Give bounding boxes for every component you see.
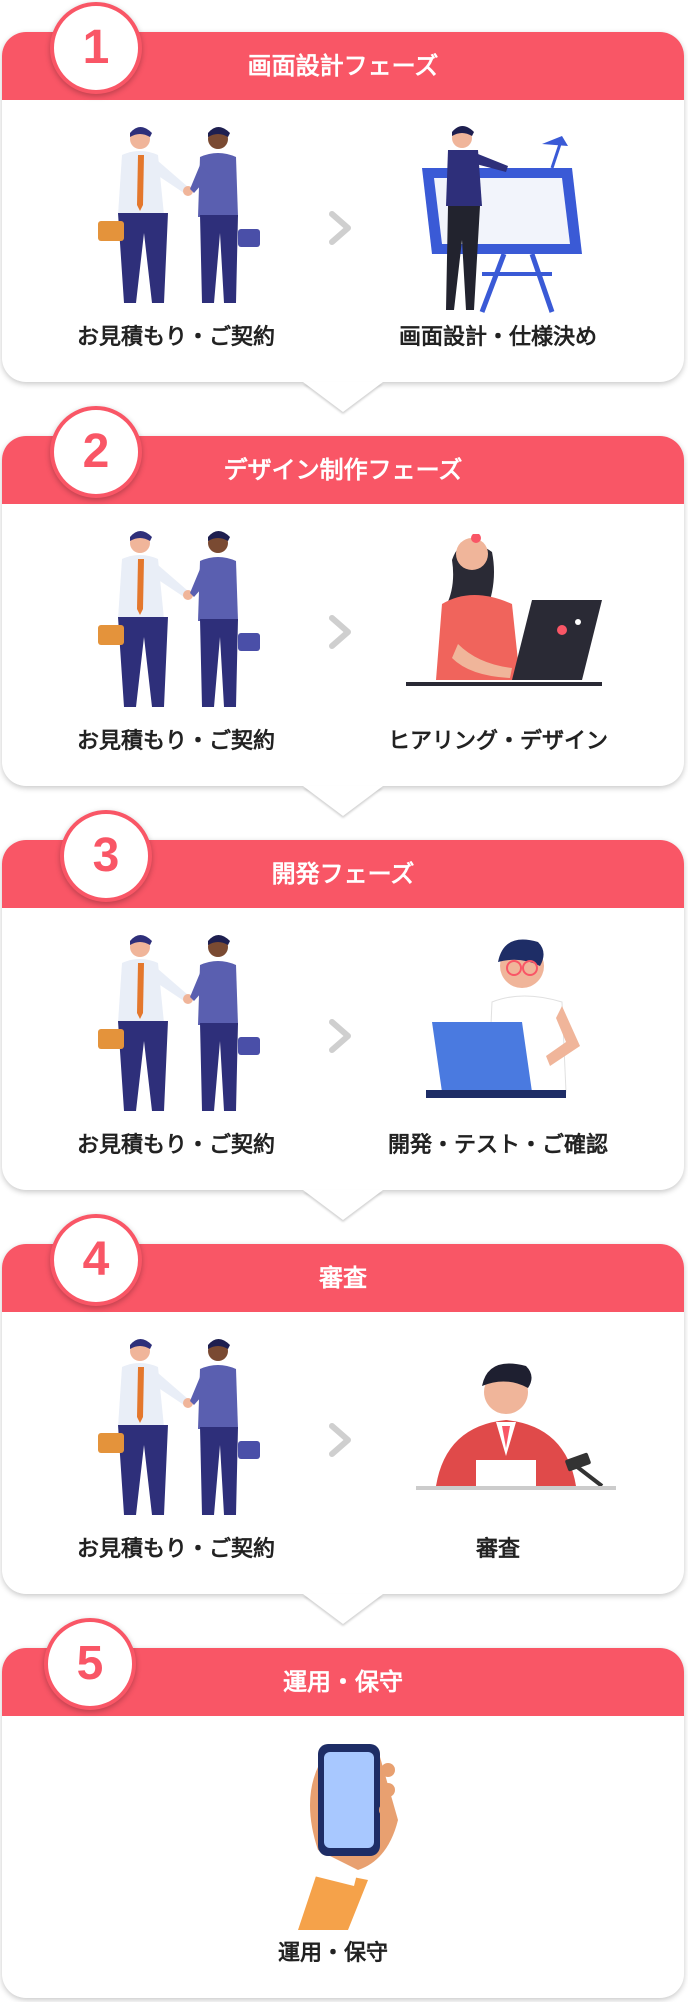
down-pointer-icon bbox=[303, 1594, 383, 1624]
left-step-label: お見積もり・ご契約 bbox=[76, 325, 275, 350]
hand-smartphone-icon bbox=[298, 1744, 398, 1930]
step-number-badge: 4 bbox=[50, 1214, 142, 1306]
down-pointer-icon bbox=[303, 382, 383, 412]
step-number-badge: 2 bbox=[50, 406, 142, 498]
handshake-icon bbox=[92, 932, 262, 1114]
handshake-icon bbox=[92, 528, 262, 710]
left-step-label: お見積もり・ご契約 bbox=[76, 729, 275, 754]
judge-gavel-icon bbox=[416, 1363, 616, 1490]
handshake-icon bbox=[92, 1336, 262, 1518]
down-pointer-icon bbox=[303, 786, 383, 816]
handshake-icon bbox=[92, 124, 262, 306]
step-number-badge: 3 bbox=[60, 810, 152, 902]
woman-laptop-icon bbox=[406, 534, 602, 686]
left-step-label: お見積もり・ご契約 bbox=[76, 1133, 275, 1158]
right-step-label: 審査 bbox=[475, 1537, 520, 1562]
left-step-label: お見積もり・ご契約 bbox=[76, 1537, 275, 1562]
developer-laptop-icon bbox=[426, 939, 580, 1098]
chevron-right-icon bbox=[320, 1420, 360, 1460]
chevron-right-icon bbox=[320, 1016, 360, 1056]
down-pointer-icon bbox=[303, 1190, 383, 1220]
step-number-badge: 5 bbox=[44, 1618, 136, 1710]
chevron-right-icon bbox=[320, 612, 360, 652]
designer-drafting-table-icon bbox=[422, 126, 582, 313]
right-step-label: ヒアリング・デザイン bbox=[387, 729, 608, 754]
chevron-right-icon bbox=[320, 208, 360, 248]
center-step-label: 運用・保守 bbox=[277, 1941, 388, 1966]
right-step-label: 画面設計・仕様決め bbox=[398, 325, 597, 350]
right-step-label: 開発・テスト・ご確認 bbox=[387, 1133, 608, 1158]
step-number-badge: 1 bbox=[50, 2, 142, 94]
